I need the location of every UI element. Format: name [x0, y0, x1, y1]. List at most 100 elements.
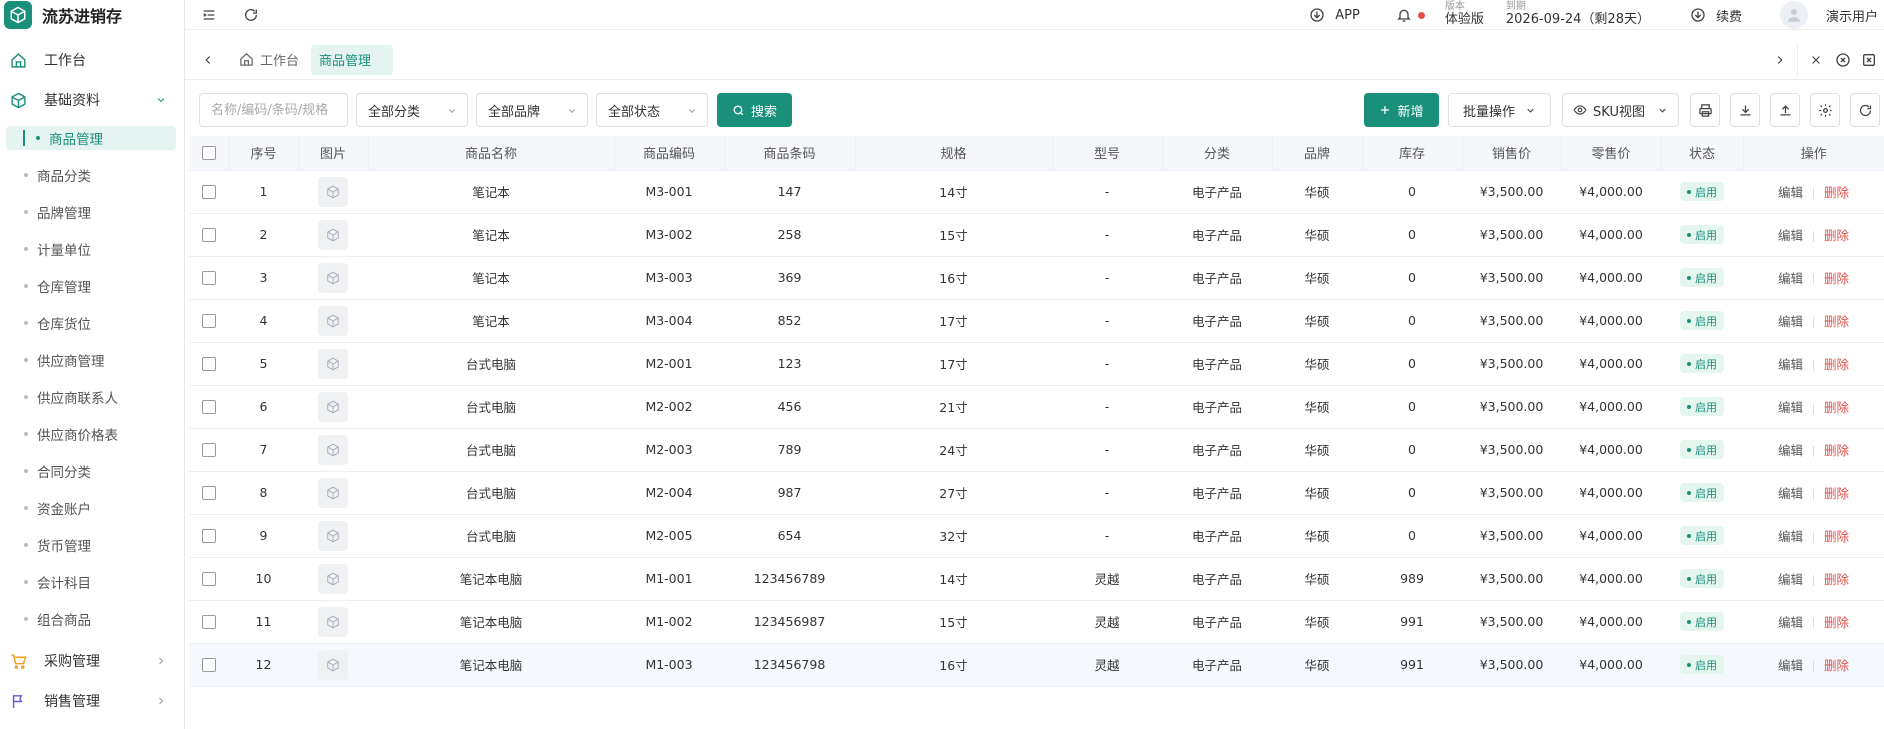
edit-link[interactable]: 编辑	[1778, 228, 1803, 243]
table-row[interactable]: 8 台式电脑 M2-004 987 27寸 - 电子产品 华硕 0 ¥3,500.00 ¥4,000…	[189, 471, 1884, 515]
product-image-placeholder-icon[interactable]	[318, 649, 348, 680]
product-image-placeholder-icon[interactable]	[318, 305, 348, 336]
edit-link[interactable]: 编辑	[1778, 443, 1803, 458]
print-button[interactable]	[1690, 93, 1720, 127]
sidebar-subitem[interactable]: 供应商管理	[0, 341, 184, 378]
add-button[interactable]: 新增	[1364, 93, 1439, 127]
tabs-prev-icon[interactable]	[201, 53, 215, 67]
column-settings-button[interactable]	[1810, 93, 1840, 127]
delete-link[interactable]: 删除	[1824, 185, 1849, 200]
row-checkbox[interactable]	[202, 400, 216, 415]
renew-button[interactable]: 续费	[1690, 6, 1742, 25]
table-row[interactable]: 1 笔记本 M3-001 147 14寸 - 电子产品 华硕 0 ¥3,500.00 ¥4,000.…	[189, 170, 1884, 214]
col-header-name[interactable]: 商品名称	[368, 136, 615, 171]
close-tab-icon[interactable]	[1809, 53, 1823, 67]
col-header-spec[interactable]: 规格	[855, 136, 1053, 171]
col-header-image[interactable]: 图片	[298, 136, 369, 171]
product-image-placeholder-icon[interactable]	[318, 520, 348, 551]
edit-link[interactable]: 编辑	[1778, 658, 1803, 673]
edit-link[interactable]: 编辑	[1778, 185, 1803, 200]
product-image-placeholder-icon[interactable]	[318, 391, 348, 422]
product-image-placeholder-icon[interactable]	[318, 606, 348, 637]
edit-link[interactable]: 编辑	[1778, 271, 1803, 286]
close-other-tabs-icon[interactable]	[1835, 52, 1851, 68]
sidebar-subitem[interactable]: 组合商品	[0, 600, 184, 637]
sidebar-subitem[interactable]: 货币管理	[0, 526, 184, 563]
close-all-tabs-icon[interactable]	[1861, 52, 1877, 68]
delete-link[interactable]: 删除	[1824, 529, 1849, 544]
app-download-button[interactable]: APP	[1309, 7, 1360, 23]
product-image-placeholder-icon[interactable]	[318, 219, 348, 250]
product-image-placeholder-icon[interactable]	[318, 176, 348, 207]
delete-link[interactable]: 删除	[1824, 314, 1849, 329]
delete-link[interactable]: 删除	[1824, 658, 1849, 673]
row-checkbox[interactable]	[202, 572, 216, 587]
sidebar-subitem[interactable]: 仓库货位	[0, 304, 184, 341]
tab-workbench[interactable]: 工作台	[229, 45, 309, 75]
table-row[interactable]: 2 笔记本 M3-002 258 15寸 - 电子产品 华硕 0 ¥3,500.00 ¥4,000.…	[189, 213, 1884, 257]
user-menu[interactable]: 演示用户	[1779, 1, 1878, 29]
edit-link[interactable]: 编辑	[1778, 572, 1803, 587]
edit-link[interactable]: 编辑	[1778, 400, 1803, 415]
sidebar-subitem[interactable]: 计量单位	[0, 230, 184, 267]
tab-product-management[interactable]: 商品管理	[311, 44, 394, 75]
delete-link[interactable]: 删除	[1824, 228, 1849, 243]
sidebar-group-sales[interactable]: 销售管理	[0, 681, 184, 721]
sidebar-item-workbench[interactable]: 工作台	[0, 40, 184, 80]
category-select[interactable]: 全部分类	[356, 93, 468, 127]
batch-actions-button[interactable]: 批量操作	[1448, 93, 1551, 127]
table-row[interactable]: 5 台式电脑 M2-001 123 17寸 - 电子产品 华硕 0 ¥3,500.00 ¥4,000…	[189, 342, 1884, 386]
table-row[interactable]: 11 笔记本电脑 M1-002 123456987 15寸 灵越 电子产品 华硕 991 ¥3,5…	[189, 600, 1884, 644]
table-row[interactable]: 6 台式电脑 M2-002 456 21寸 - 电子产品 华硕 0 ¥3,500.00 ¥4,000…	[189, 385, 1884, 429]
row-checkbox[interactable]	[202, 486, 216, 501]
sidebar-group-purchase[interactable]: 采购管理	[0, 641, 184, 681]
sidebar-subitem[interactable]: 仓库管理	[0, 267, 184, 304]
sidebar-subitem[interactable]: 供应商联系人	[0, 378, 184, 415]
edit-link[interactable]: 编辑	[1778, 357, 1803, 372]
brand-select[interactable]: 全部品牌	[476, 93, 588, 127]
sidebar-group-basic[interactable]: 基础资料	[0, 80, 184, 120]
row-checkbox[interactable]	[202, 357, 216, 372]
edit-link[interactable]: 编辑	[1778, 486, 1803, 501]
edit-link[interactable]: 编辑	[1778, 529, 1803, 544]
product-image-placeholder-icon[interactable]	[318, 348, 348, 379]
product-image-placeholder-icon[interactable]	[318, 434, 348, 465]
delete-link[interactable]: 删除	[1824, 357, 1849, 372]
delete-link[interactable]: 删除	[1824, 271, 1849, 286]
delete-link[interactable]: 删除	[1824, 615, 1849, 630]
product-image-placeholder-icon[interactable]	[318, 477, 348, 508]
col-header-no[interactable]: 序号	[229, 136, 299, 171]
refresh-icon[interactable]	[241, 5, 261, 25]
col-header-brand[interactable]: 品牌	[1272, 136, 1363, 171]
row-checkbox[interactable]	[202, 314, 216, 329]
edit-link[interactable]: 编辑	[1778, 314, 1803, 329]
select-all-checkbox[interactable]	[201, 145, 216, 160]
col-header-code[interactable]: 商品编码	[614, 136, 725, 171]
status-select[interactable]: 全部状态	[596, 93, 708, 127]
delete-link[interactable]: 删除	[1824, 443, 1849, 458]
delete-link[interactable]: 删除	[1824, 400, 1849, 415]
row-checkbox[interactable]	[202, 271, 216, 286]
col-header-sale-price[interactable]: 销售价	[1462, 136, 1562, 171]
table-row[interactable]: 3 笔记本 M3-003 369 16寸 - 电子产品 华硕 0 ¥3,500.00 ¥4,000.…	[189, 256, 1884, 300]
table-row[interactable]: 12 笔记本电脑 M1-003 123456798 16寸 灵越 电子产品 华硕 991 ¥3,5…	[189, 643, 1884, 687]
sidebar-subitem[interactable]: 商品分类	[0, 156, 184, 193]
table-row[interactable]: 10 笔记本电脑 M1-001 123456789 14寸 灵越 电子产品 华硕 989 ¥3,5…	[189, 557, 1884, 601]
row-checkbox[interactable]	[202, 185, 216, 200]
row-checkbox[interactable]	[202, 615, 216, 630]
edit-link[interactable]: 编辑	[1778, 615, 1803, 630]
col-header-model[interactable]: 型号	[1052, 136, 1163, 171]
search-button[interactable]: 搜索	[717, 93, 792, 127]
row-checkbox[interactable]	[202, 443, 216, 458]
col-header-retail-price[interactable]: 零售价	[1561, 136, 1662, 171]
delete-link[interactable]: 删除	[1824, 572, 1849, 587]
notification-button[interactable]	[1396, 7, 1425, 23]
table-row[interactable]: 9 台式电脑 M2-005 654 32寸 - 电子产品 华硕 0 ¥3,500.00 ¥4,000…	[189, 514, 1884, 558]
table-row[interactable]: 4 笔记本 M3-004 852 17寸 - 电子产品 华硕 0 ¥3,500.00 ¥4,000.…	[189, 299, 1884, 343]
sidebar-subitem[interactable]: 合同分类	[0, 452, 184, 489]
export-button[interactable]	[1730, 93, 1760, 127]
sidebar-subitem[interactable]: 供应商价格表	[0, 415, 184, 452]
sku-view-button[interactable]: SKU视图	[1562, 93, 1679, 127]
product-image-placeholder-icon[interactable]	[318, 563, 348, 594]
product-image-placeholder-icon[interactable]	[318, 262, 348, 293]
